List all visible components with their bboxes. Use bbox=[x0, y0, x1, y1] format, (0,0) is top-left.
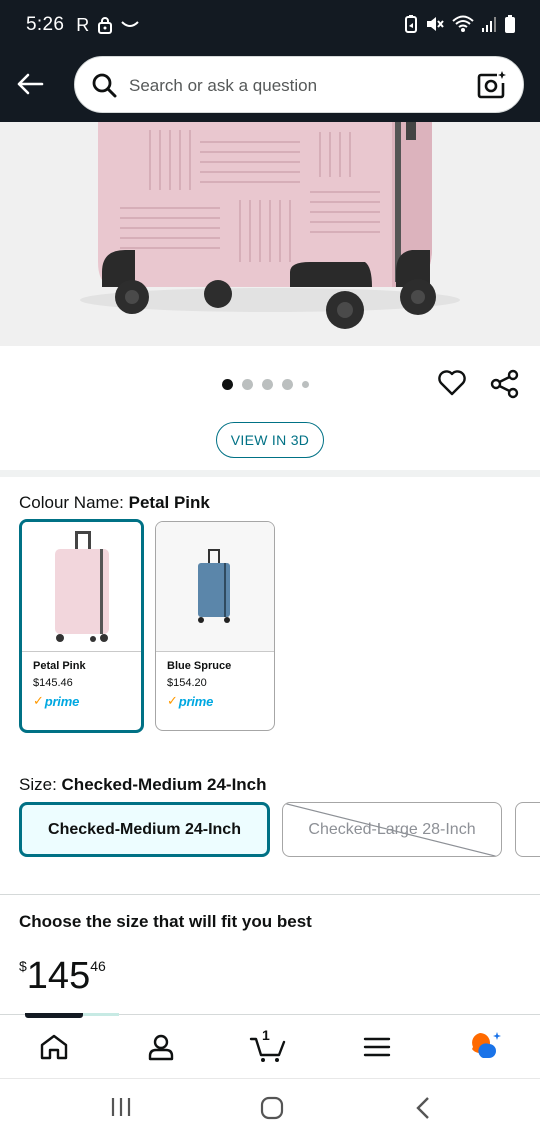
section-separator bbox=[0, 470, 540, 477]
battery-icon bbox=[505, 15, 515, 33]
wishlist-heart-icon[interactable] bbox=[437, 369, 467, 397]
swatch-price: $154.20 bbox=[167, 677, 207, 689]
swatch-price: $145.46 bbox=[33, 677, 73, 689]
image-pagination-dots[interactable] bbox=[222, 379, 309, 390]
colour-option-petal-pink[interactable]: Petal Pink $145.46 ✓ prime bbox=[19, 519, 144, 733]
status-bar: 5:26 R bbox=[0, 0, 540, 50]
share-icon[interactable] bbox=[490, 369, 520, 399]
swatch-image bbox=[22, 522, 141, 652]
prime-check-icon: ✓ bbox=[167, 693, 178, 708]
back-arrow-icon bbox=[17, 73, 44, 95]
status-left-icons: R bbox=[76, 15, 139, 36]
size-selected-value: Checked-Medium 24-Inch bbox=[61, 775, 267, 794]
section-divider bbox=[0, 894, 540, 895]
wifi-icon bbox=[452, 15, 474, 32]
swatch-image bbox=[156, 522, 274, 652]
colour-label: Colour Name: Petal Pink bbox=[19, 493, 210, 513]
nav-active-indicator bbox=[25, 1013, 83, 1018]
product-image[interactable] bbox=[0, 122, 540, 346]
nav-home[interactable] bbox=[34, 1029, 74, 1065]
home-button-icon[interactable] bbox=[260, 1096, 284, 1120]
size-label: Size: Checked-Medium 24-Inch bbox=[19, 775, 267, 795]
size-label-prefix: Size: bbox=[19, 775, 57, 794]
account-icon bbox=[148, 1034, 174, 1061]
carrier-letter: R bbox=[76, 14, 90, 35]
product-price: $ 145 46 bbox=[19, 955, 106, 997]
gallery-controls: VIEW IN 3D bbox=[0, 346, 540, 470]
price-whole: 145 bbox=[26, 955, 91, 997]
pagination-dot[interactable] bbox=[282, 379, 293, 390]
swatch-name: Blue Spruce bbox=[167, 660, 232, 672]
pagination-dot[interactable] bbox=[262, 379, 273, 390]
prime-check-icon: ✓ bbox=[33, 693, 44, 708]
search-input[interactable] bbox=[129, 57, 459, 114]
menu-icon bbox=[363, 1037, 391, 1057]
size-option-partial[interactable] bbox=[515, 802, 540, 857]
pagination-dot[interactable] bbox=[242, 379, 253, 390]
prime-badge-text: prime bbox=[44, 693, 80, 709]
nav-progress-indicator bbox=[83, 1013, 119, 1016]
status-right-icons bbox=[404, 14, 516, 34]
signal-icon bbox=[482, 17, 496, 32]
prime-badge: ✓ prime bbox=[33, 693, 141, 709]
unavailable-strike-icon bbox=[283, 803, 498, 856]
smile-icon bbox=[121, 21, 139, 27]
pagination-dot-active[interactable] bbox=[222, 379, 233, 390]
system-navigation-bar bbox=[0, 1078, 540, 1140]
fit-heading: Choose the size that will fit you best bbox=[19, 912, 312, 931]
prime-badge-text: prime bbox=[178, 693, 214, 709]
mute-icon bbox=[427, 17, 444, 31]
app-header bbox=[0, 50, 540, 122]
camera-search-icon[interactable] bbox=[477, 70, 507, 100]
status-time: 5:26 bbox=[26, 14, 65, 35]
swatch-name: Petal Pink bbox=[33, 660, 86, 672]
back-button[interactable] bbox=[14, 68, 46, 100]
rufus-icon bbox=[470, 1032, 501, 1058]
prime-badge: ✓ prime bbox=[167, 693, 274, 709]
blue-suitcase-thumbnail bbox=[198, 548, 230, 623]
nav-menu[interactable] bbox=[357, 1029, 397, 1065]
system-back-icon[interactable] bbox=[415, 1096, 431, 1120]
pink-suitcase-thumbnail bbox=[54, 531, 109, 642]
search-bar[interactable] bbox=[74, 56, 524, 114]
home-icon bbox=[40, 1034, 68, 1060]
cart-count: 1 bbox=[262, 1027, 270, 1043]
price-symbol: $ bbox=[19, 958, 27, 974]
price-fraction: 46 bbox=[90, 958, 106, 974]
recent-apps-icon[interactable] bbox=[110, 1096, 132, 1118]
size-option-large-unavailable[interactable]: Checked-Large 28-Inch bbox=[282, 802, 502, 857]
suitcase-illustration bbox=[0, 122, 540, 346]
view-in-3d-button[interactable]: VIEW IN 3D bbox=[216, 422, 324, 458]
size-option-medium[interactable]: Checked-Medium 24-Inch bbox=[19, 802, 270, 857]
lock-icon bbox=[98, 17, 113, 34]
colour-label-prefix: Colour Name: bbox=[19, 493, 124, 512]
nav-cart[interactable]: 1 bbox=[248, 1027, 288, 1065]
bottom-nav: 1 bbox=[0, 1013, 540, 1078]
pagination-dot[interactable] bbox=[302, 381, 309, 388]
nav-rufus[interactable] bbox=[466, 1029, 506, 1065]
nav-account[interactable] bbox=[141, 1029, 181, 1065]
colour-selected-value: Petal Pink bbox=[128, 493, 210, 512]
colour-option-blue-spruce[interactable]: Blue Spruce $154.20 ✓ prime bbox=[155, 521, 275, 731]
battery-saver-icon bbox=[405, 15, 417, 33]
search-icon bbox=[92, 73, 117, 98]
